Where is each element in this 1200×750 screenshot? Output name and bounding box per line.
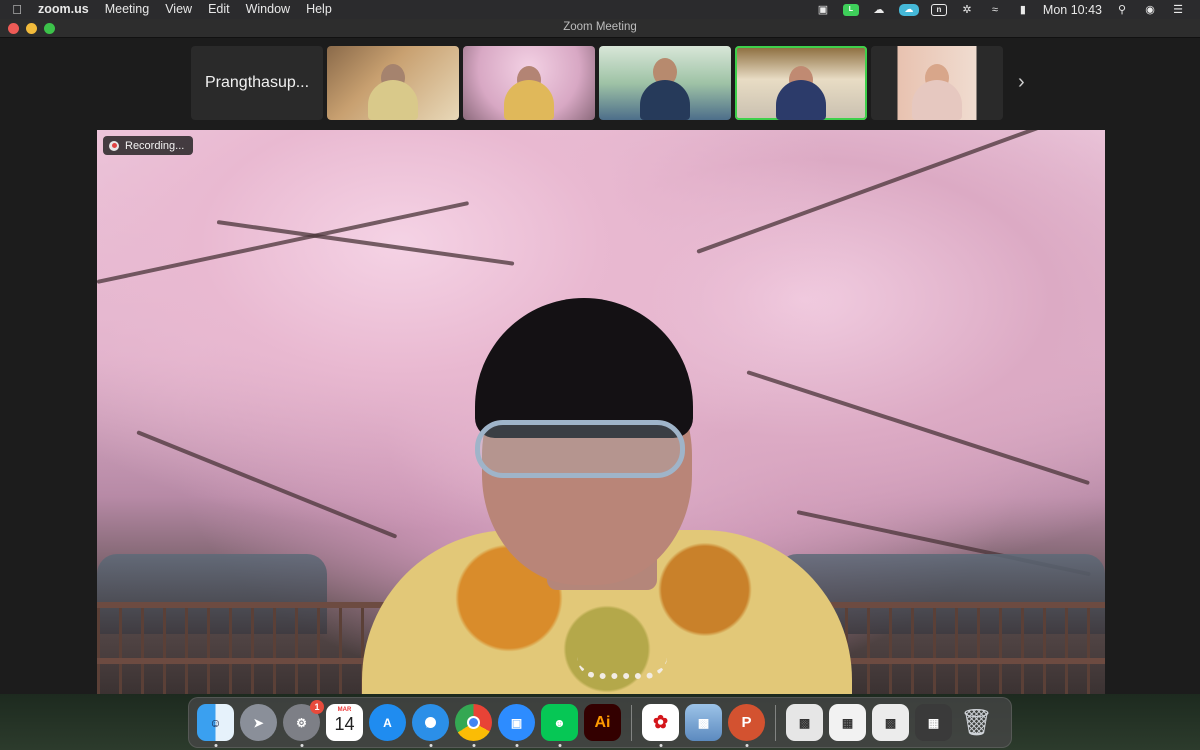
participant-name: Prangthasup...: [205, 74, 310, 91]
trash-icon[interactable]: 🗑: [958, 704, 995, 741]
gear-tray-icon[interactable]: ✲: [959, 4, 975, 16]
participant-body: [912, 80, 962, 120]
line-tray-icon[interactable]: L: [842, 3, 859, 16]
dock-separator: [631, 704, 632, 741]
chrome-icon[interactable]: [455, 704, 492, 747]
menubar-clock[interactable]: Mon 10:43: [1043, 3, 1102, 17]
chevron-right-icon[interactable]: ›: [1018, 71, 1025, 94]
apple-menu-icon[interactable]: : [0, 2, 34, 17]
cloud-sync-icon[interactable]: ☁: [898, 3, 919, 16]
minimized-window-icon[interactable]: ▦: [829, 704, 866, 741]
participant-body: [368, 80, 418, 120]
calendar-icon[interactable]: MAR 14: [326, 704, 363, 741]
notion-tray-icon[interactable]: n: [930, 3, 947, 16]
macos-dock: ☺ ➤ ⚙ 1 MAR 14 A ➤ ▣ ☻ Ai ✿ ▩ P ▩ ▦ ▩ ▦ 🗑: [188, 697, 1012, 748]
participant-video-2[interactable]: [463, 46, 595, 120]
tree-branch: [97, 201, 470, 284]
app-store-icon[interactable]: A: [369, 704, 406, 741]
launchpad-icon[interactable]: ➤: [240, 704, 277, 741]
window-title: Zoom Meeting: [563, 21, 637, 33]
app-menu[interactable]: zoom.us: [34, 0, 97, 19]
search-icon[interactable]: ⚲: [1114, 4, 1130, 16]
participant-body: [776, 80, 826, 120]
minimized-window-icon[interactable]: ▩: [786, 704, 823, 741]
participant-strip: Prangthasup...: [191, 46, 1003, 120]
tree-branch: [136, 430, 398, 539]
main-speaker-video[interactable]: [97, 130, 1105, 694]
pearl-necklace: [577, 657, 667, 679]
acrobat-icon[interactable]: ✿: [642, 704, 679, 747]
title-bar: Zoom Meeting: [0, 19, 1200, 38]
calendar-day: 14: [334, 714, 355, 734]
tree-branch: [746, 370, 1090, 486]
participant-video-1[interactable]: [327, 46, 459, 120]
participant-video-4-active-speaker[interactable]: [735, 46, 867, 120]
speaker-hair: [475, 298, 693, 438]
participant-video-3[interactable]: [599, 46, 731, 120]
speaker-glasses: [475, 420, 685, 478]
menu-edit[interactable]: Edit: [200, 0, 238, 19]
creative-cloud-icon[interactable]: ☁: [871, 4, 887, 16]
menu-window[interactable]: Window: [238, 0, 298, 19]
zoom-tray-icon[interactable]: ▣: [815, 4, 831, 16]
zoom-icon[interactable]: ▣: [498, 704, 535, 747]
safari-icon[interactable]: ➤: [412, 704, 449, 747]
menu-bar:  zoom.us Meeting View Edit Window Help …: [0, 0, 1200, 19]
recording-indicator[interactable]: Recording...: [103, 136, 194, 155]
powerpoint-icon[interactable]: P: [728, 704, 765, 747]
notification-badge: 1: [310, 700, 324, 714]
line-icon[interactable]: ☻: [541, 704, 578, 747]
preview-icon[interactable]: ▩: [685, 704, 722, 741]
recording-label: Recording...: [125, 139, 185, 152]
menu-view[interactable]: View: [157, 0, 200, 19]
minimized-window-icon[interactable]: ▩: [872, 704, 909, 741]
battery-icon[interactable]: ▮: [1015, 4, 1031, 16]
participant-body: [640, 80, 690, 120]
siri-icon[interactable]: ◉: [1142, 4, 1158, 16]
tree-branch: [696, 130, 1074, 254]
minimized-window-icon[interactable]: ▦: [915, 704, 952, 741]
menu-help[interactable]: Help: [298, 0, 340, 19]
menu-meeting[interactable]: Meeting: [97, 0, 157, 19]
participant-body: [504, 80, 554, 120]
wifi-icon[interactable]: ≈: [987, 4, 1003, 16]
zoom-window: Zoom Meeting Prangthasup... › Recording.…: [0, 19, 1200, 750]
illustrator-icon[interactable]: Ai: [584, 704, 621, 741]
participant-name-tile[interactable]: Prangthasup...: [191, 46, 323, 120]
finder-icon[interactable]: ☺: [197, 704, 234, 747]
system-preferences-icon[interactable]: ⚙ 1: [283, 700, 324, 747]
participant-video-5[interactable]: [871, 46, 1003, 120]
control-center-icon[interactable]: ☰: [1170, 4, 1186, 16]
calendar-month: MAR: [337, 707, 352, 713]
dock-separator: [775, 704, 776, 741]
record-icon: [109, 140, 119, 151]
